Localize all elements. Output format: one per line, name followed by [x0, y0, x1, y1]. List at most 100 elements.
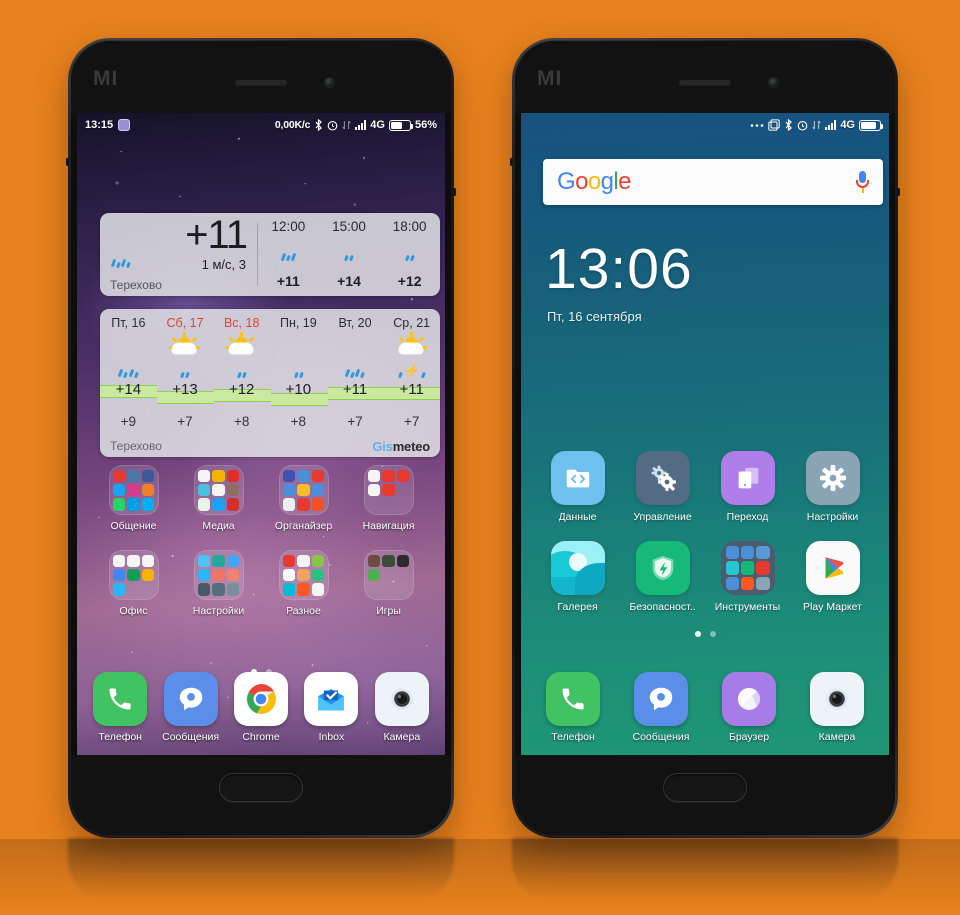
app-label: Управление — [633, 511, 692, 523]
dock-item-inbox[interactable]: Inbox — [296, 672, 366, 743]
dock-label: Браузер — [728, 731, 770, 743]
forecast-low: +8 — [290, 414, 307, 429]
rain-icon — [293, 361, 304, 379]
mi-mover-icon — [720, 451, 775, 505]
rain-heavy-icon — [344, 361, 365, 379]
folder-mini-icon — [283, 483, 296, 497]
home-button[interactable] — [219, 773, 303, 802]
folder-icon — [720, 541, 775, 595]
folder-raznoe[interactable]: Разное — [261, 550, 346, 617]
weather-current-widget[interactable]: +11 1 м/с, 3 Терехово 12:00 +11 15:00 +1… — [100, 213, 440, 296]
folder-mini-icon — [382, 483, 395, 497]
folder-mini-icon — [113, 498, 126, 511]
app-dannye[interactable]: Данные — [535, 451, 620, 523]
app-instrumenty[interactable]: Инструменты — [705, 541, 790, 613]
app-perehod[interactable]: Переход — [705, 451, 790, 523]
app-row: Галерея Безопасност.. Инструменты Play М… — [535, 541, 875, 613]
folder-mini-icon — [198, 469, 211, 482]
folder-mini-icon — [226, 568, 239, 582]
folder-mini-icon — [142, 583, 154, 595]
app-play-market[interactable]: Play Маркет — [790, 541, 875, 613]
folder-mini-icon — [212, 483, 225, 497]
dock-item-chrome[interactable]: Chrome — [226, 672, 296, 743]
folder-icon — [363, 550, 414, 600]
folder-mini-icon — [725, 576, 739, 590]
folder-mini-icon — [141, 469, 154, 482]
forecast-day-label: Сб, 17 — [166, 316, 204, 330]
top-bezel: MI — [71, 41, 451, 113]
folder-mini-icon — [212, 469, 225, 482]
scene: MI 13:15 0,00K/c 4G 56% +11 1 м/с, 3 Тер… — [0, 0, 960, 915]
signal-bars-icon — [355, 120, 367, 130]
folder-mini-icon — [113, 469, 126, 482]
google-search-widget[interactable]: Google — [543, 159, 883, 205]
dock-item-camera[interactable]: Камера — [367, 672, 437, 743]
dock-item-phone[interactable]: Телефон — [529, 672, 617, 743]
folder-mini-icon — [212, 583, 225, 596]
inbox-icon — [304, 672, 359, 726]
earpiece-speaker — [679, 80, 731, 85]
app-galereya[interactable]: Галерея — [535, 541, 620, 613]
folder-icon — [278, 550, 329, 600]
forecast-high: +10 — [285, 381, 312, 398]
folder-mini-icon — [740, 546, 755, 560]
dock-item-phone[interactable]: Телефон — [85, 672, 155, 743]
forecast-low: +7 — [347, 414, 363, 429]
dock-label: Камера — [383, 731, 421, 743]
camera-icon — [374, 672, 429, 726]
forecast-city: Терехово — [110, 439, 162, 453]
rain-icon — [236, 361, 247, 379]
folder-organayzer[interactable]: Органайзер — [261, 465, 346, 532]
microphone-icon[interactable] — [856, 171, 869, 193]
thunder-icon: ⚡ — [398, 361, 426, 379]
clock-date: Пт, 16 сентября — [547, 309, 642, 324]
folder-mini-icon — [756, 561, 770, 575]
folder-media[interactable]: Медиа — [176, 465, 261, 532]
page-dot[interactable] — [709, 631, 716, 637]
dock-label: Телефон — [551, 731, 595, 743]
folder-label: Навигация — [362, 520, 415, 532]
gallery-icon — [550, 541, 605, 595]
folder-mini-icon — [212, 568, 225, 582]
mi-logo: MI — [537, 67, 563, 90]
dock-item-messages[interactable]: Сообщения — [155, 672, 225, 743]
hour-temp: +12 — [397, 273, 422, 289]
home-button[interactable] — [663, 773, 747, 802]
weather-forecast-widget[interactable]: Пт, 16 +14 +9 Сб, 17 +13 +7 Вс, 18 +12 +… — [100, 309, 440, 457]
signal-bars-icon — [825, 120, 837, 130]
dock-item-browser[interactable]: Браузер — [705, 672, 793, 743]
browser-icon — [722, 672, 776, 726]
folder-icon — [108, 550, 159, 600]
dock-item-camera[interactable]: Камера — [793, 672, 881, 743]
clock-time[interactable]: 13:06 — [545, 241, 693, 298]
folder-mini-icon — [756, 576, 770, 590]
left-screen[interactable]: 13:15 0,00K/c 4G 56% +11 1 м/с, 3 Терехо… — [77, 113, 445, 755]
page-dot[interactable] — [694, 631, 701, 637]
folder-mini-icon — [368, 469, 381, 482]
weather-hour: 15:00 +14 — [319, 213, 380, 296]
folder-nastroyki[interactable]: Настройки — [176, 550, 261, 617]
folder-igry[interactable]: Игры — [346, 550, 431, 617]
app-upravlenie[interactable]: Управление — [620, 451, 705, 523]
app-nastroyki[interactable]: Настройки — [790, 451, 875, 523]
folder-icon — [193, 465, 244, 515]
mi-logo: MI — [93, 67, 119, 90]
message-icon — [163, 672, 218, 726]
folder-mini-icon — [368, 554, 381, 567]
rain-icon — [180, 361, 190, 379]
dock-item-messages[interactable]: Сообщения — [617, 672, 705, 743]
right-page-indicator[interactable] — [521, 631, 889, 637]
forecast-day-label: Вс, 18 — [223, 316, 260, 330]
sun-cloud-icon — [169, 332, 200, 355]
folder-mini-icon — [297, 554, 310, 567]
folder-ofis[interactable]: Офис — [91, 550, 176, 617]
folder-mini-icon — [297, 483, 310, 497]
app-bezopasnost[interactable]: Безопасност.. — [620, 541, 705, 613]
folder-navigaciya[interactable]: Навигация — [346, 465, 431, 532]
folder-obshenie[interactable]: Общение — [91, 465, 176, 532]
message-icon — [118, 119, 131, 131]
weather-hour: 12:00 +11 — [258, 213, 319, 296]
right-screen[interactable]: 4G Google 13:06 Пт, 16 сентября Данные У… — [521, 113, 889, 755]
dock-label: Камера — [818, 731, 856, 743]
folder-mini-icon — [368, 498, 380, 510]
